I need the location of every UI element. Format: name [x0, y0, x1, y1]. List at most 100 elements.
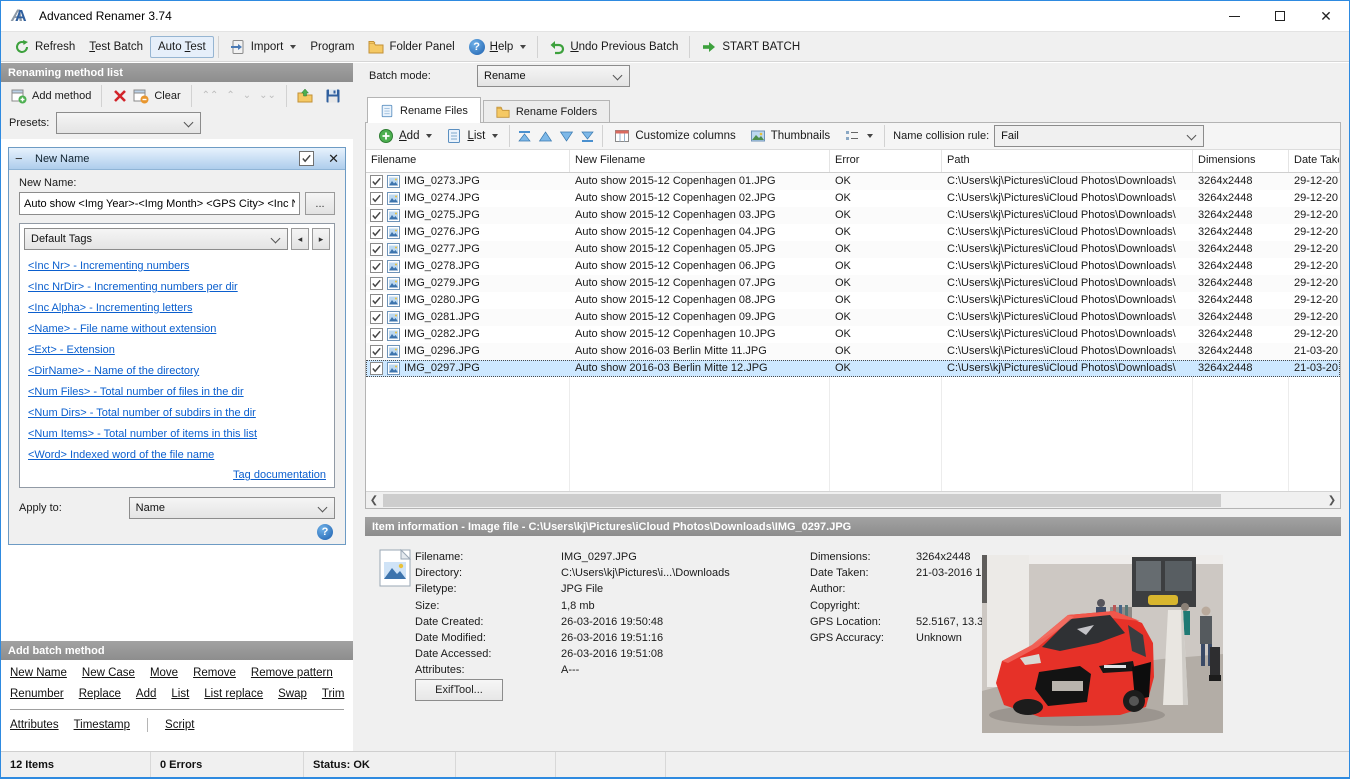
table-row[interactable]: IMG_0276.JPG Auto show 2015-12 Copenhage…	[366, 224, 1340, 241]
method-title-bar[interactable]: − New Name ✕	[9, 148, 345, 170]
exiftool-button[interactable]: ExifTool...	[415, 679, 503, 701]
row-checkbox[interactable]	[370, 243, 383, 256]
save-preset-button[interactable]	[319, 85, 347, 107]
table-row[interactable]: IMG_0296.JPG Auto show 2016-03 Berlin Mi…	[366, 343, 1340, 360]
column-header-date-taken[interactable]: Date Taken	[1289, 150, 1340, 172]
tag-link[interactable]: <Num Files> - Total number of files in t…	[28, 382, 326, 403]
table-row[interactable]: IMG_0297.JPG Auto show 2016-03 Berlin Mi…	[366, 360, 1340, 377]
batch-method-link[interactable]: List replace	[204, 688, 263, 700]
customize-columns-button[interactable]: Customize columns	[607, 124, 742, 148]
refresh-button[interactable]: Refresh	[7, 35, 82, 59]
tag-link[interactable]: <Num Items> - Total number of items in t…	[28, 424, 326, 445]
column-header-path[interactable]: Path	[942, 150, 1193, 172]
column-header-new-filename[interactable]: New Filename	[570, 150, 830, 172]
move-up-icon[interactable]: ⌃	[226, 90, 234, 101]
batch-method-link[interactable]: New Name	[10, 667, 67, 679]
row-checkbox[interactable]	[370, 362, 383, 375]
column-header-filename[interactable]: Filename	[366, 150, 570, 172]
tag-link[interactable]: <Inc NrDir> - Incrementing numbers per d…	[28, 277, 326, 298]
program-button[interactable]: Program	[303, 37, 361, 57]
table-row[interactable]: IMG_0278.JPG Auto show 2015-12 Copenhage…	[366, 258, 1340, 275]
tag-category-dropdown[interactable]: Default Tags	[24, 228, 288, 250]
batch-method-link[interactable]: Swap	[278, 688, 307, 700]
row-checkbox[interactable]	[370, 175, 383, 188]
row-checkbox[interactable]	[370, 294, 383, 307]
maximize-button[interactable]	[1257, 1, 1303, 31]
batch-method-link[interactable]: Renumber	[10, 688, 64, 700]
method-help-icon[interactable]: ?	[317, 524, 333, 540]
thumbnails-button[interactable]: Thumbnails	[743, 124, 837, 148]
load-preset-button[interactable]	[291, 85, 319, 107]
row-checkbox[interactable]	[370, 345, 383, 358]
row-checkbox[interactable]	[370, 209, 383, 222]
batch-mode-dropdown[interactable]: Rename	[477, 65, 630, 87]
table-row[interactable]: IMG_0279.JPG Auto show 2015-12 Copenhage…	[366, 275, 1340, 292]
tag-link[interactable]: <Name> - File name without extension	[28, 319, 326, 340]
row-checkbox[interactable]	[370, 328, 383, 341]
list-button[interactable]: List	[439, 124, 505, 148]
move-down-icon[interactable]: ⌄	[243, 90, 251, 101]
auto-test-toggle[interactable]: Auto Test	[149, 35, 214, 58]
table-row[interactable]: IMG_0281.JPG Auto show 2015-12 Copenhage…	[366, 309, 1340, 326]
tag-link[interactable]: <Inc Nr> - Incrementing numbers	[28, 256, 326, 277]
horizontal-scrollbar[interactable]: ❮ ❯	[366, 491, 1340, 508]
scroll-left-icon[interactable]: ❮	[366, 495, 382, 506]
row-checkbox[interactable]	[370, 311, 383, 324]
row-checkbox[interactable]	[370, 192, 383, 205]
table-row[interactable]: IMG_0282.JPG Auto show 2015-12 Copenhage…	[366, 326, 1340, 343]
batch-method-link[interactable]: Trim	[322, 688, 345, 700]
move-bottom-icon[interactable]: ⌄⌄	[259, 90, 276, 101]
move-top-icon[interactable]: ⌃⌃	[202, 90, 219, 101]
batch-method-link[interactable]: List	[171, 688, 189, 700]
start-batch-button[interactable]: START BATCH	[694, 35, 807, 59]
batch-method-link[interactable]: Attributes	[10, 719, 59, 731]
import-button[interactable]: Import	[223, 35, 304, 59]
row-checkbox[interactable]	[370, 260, 383, 273]
column-header-dimensions[interactable]: Dimensions	[1193, 150, 1289, 172]
batch-method-link[interactable]: Timestamp	[74, 719, 130, 731]
add-files-button[interactable]: Add	[371, 124, 439, 148]
column-header-error[interactable]: Error	[830, 150, 942, 172]
presets-dropdown[interactable]	[56, 112, 202, 134]
method-enabled-checkbox[interactable]	[299, 151, 315, 166]
folder-panel-button[interactable]: Folder Panel	[361, 35, 461, 59]
tab-rename-files[interactable]: Rename Files	[367, 97, 481, 123]
batch-method-link[interactable]: Remove	[193, 667, 236, 679]
collapse-icon[interactable]: −	[15, 151, 27, 166]
tag-link[interactable]: <Word> Indexed word of the file name	[28, 445, 326, 466]
move-bottom-button[interactable]	[580, 130, 595, 143]
row-checkbox[interactable]	[370, 226, 383, 239]
panel-splitter[interactable]	[353, 63, 361, 751]
batch-method-link[interactable]: Remove pattern	[251, 667, 333, 679]
minimize-button[interactable]	[1211, 1, 1257, 31]
scroll-right-icon[interactable]: ❯	[1324, 495, 1340, 506]
help-button[interactable]: ? Help	[462, 35, 534, 59]
tag-link[interactable]: <Num Dirs> - Total number of subdirs in …	[28, 403, 326, 424]
table-row[interactable]: IMG_0280.JPG Auto show 2015-12 Copenhage…	[366, 292, 1340, 309]
method-close-icon[interactable]: ✕	[328, 151, 339, 167]
clear-button[interactable]: Clear	[106, 85, 186, 107]
move-top-button[interactable]	[517, 130, 532, 143]
name-collision-dropdown[interactable]: Fail	[994, 125, 1205, 147]
undo-previous-batch-button[interactable]: Undo Previous Batch	[542, 35, 685, 59]
close-button[interactable]: ✕	[1303, 1, 1349, 31]
tag-documentation-link[interactable]: Tag documentation	[233, 469, 326, 481]
move-down-button[interactable]	[559, 130, 574, 143]
tag-link[interactable]: <Inc Alpha> - Incrementing letters	[28, 298, 326, 319]
tag-link[interactable]: <DirName> - Name of the directory	[28, 361, 326, 382]
more-button[interactable]: ...	[305, 192, 335, 215]
tab-rename-folders[interactable]: Rename Folders	[482, 100, 611, 123]
tag-page-next-button[interactable]: ▸	[312, 228, 330, 250]
batch-method-link[interactable]: Script	[165, 719, 194, 731]
batch-method-link[interactable]: Move	[150, 667, 178, 679]
view-options-button[interactable]	[837, 124, 880, 148]
batch-method-link[interactable]: Replace	[79, 688, 121, 700]
table-row[interactable]: IMG_0275.JPG Auto show 2015-12 Copenhage…	[366, 207, 1340, 224]
add-method-button[interactable]: Add method	[5, 85, 97, 107]
table-row[interactable]: IMG_0277.JPG Auto show 2015-12 Copenhage…	[366, 241, 1340, 258]
tag-link[interactable]: <Ext> - Extension	[28, 340, 326, 361]
table-row[interactable]: IMG_0274.JPG Auto show 2015-12 Copenhage…	[366, 190, 1340, 207]
apply-to-dropdown[interactable]: Name	[128, 497, 335, 519]
move-up-button[interactable]	[538, 130, 553, 143]
batch-method-link[interactable]: New Case	[82, 667, 135, 679]
